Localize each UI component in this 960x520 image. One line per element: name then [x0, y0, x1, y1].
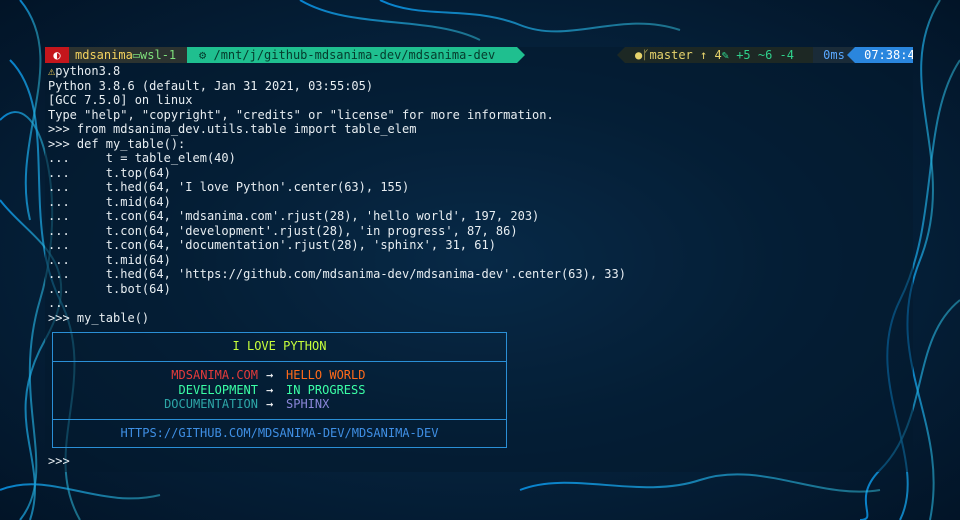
input-line: ... t.hed(64, 'I love Python'.center(63)…: [48, 180, 410, 194]
linux-icon: ⚙: [199, 48, 207, 62]
prompt-user: mdsanima: [75, 48, 133, 62]
input-line: ... t.con(64, 'mdsanima.com'.rjust(28), …: [48, 209, 540, 223]
input-line: ... t.mid(64): [48, 252, 171, 267]
input-line: ... t.top(64): [48, 165, 171, 180]
output-table: I LOVE PYTHON MDSANIMA.COM → HELLO WORLD…: [52, 332, 507, 448]
arrow-icon: →: [266, 382, 274, 397]
input-line: >>> my_table(): [48, 310, 150, 325]
input-line: ... t.con(64, 'development'.rjust(28), '…: [48, 223, 518, 238]
input-line: ... t.mid(64): [48, 194, 171, 209]
input-line: ... t.bot(64): [48, 281, 171, 296]
output-line: Type "help", "copyright", "credits" or "…: [48, 107, 554, 122]
debian-icon: ◐: [53, 48, 61, 62]
table-row-right: HELLO WORLD: [286, 368, 366, 382]
table-divider: [53, 419, 506, 420]
input-line: ... t.hed(64, 'https://github.com/mdsani…: [48, 267, 626, 281]
table-row-left: DEVELOPMENT: [178, 382, 258, 397]
git-ahead: ↑ 4: [700, 48, 722, 62]
git-branch: master: [649, 48, 693, 62]
venv-name: python3.8: [55, 64, 121, 78]
table-header: I LOVE PYTHON: [232, 339, 327, 353]
path-segment: ⚙ /mnt/j/github-mdsanima-dev/mdsanima-de…: [187, 47, 525, 63]
arrow-icon: →: [266, 368, 274, 382]
git-segment: ●ᚴmaster ↑ 4✎ +5 ~6 -4: [617, 47, 813, 63]
table-divider: [53, 361, 506, 362]
os-segment: ◐: [45, 47, 69, 63]
prompt-path: /mnt/j/github-mdsanima-dev/mdsanima-dev: [213, 48, 496, 62]
user-segment: mdsanima▭wsl-1: [69, 47, 187, 63]
input-line: ... t = table_elem(40): [48, 151, 236, 165]
table-row-right: IN PROGRESS: [286, 382, 366, 397]
git-status: +5 ~6 -4: [736, 48, 794, 62]
table-footer-link: HTTPS://GITHUB.COM/MDSANIMA-DEV/MDSANIMA…: [120, 426, 439, 440]
time-segment: 07:38:49: [847, 47, 913, 63]
input-line: ... t.con(64, 'documentation'.rjust(28),…: [48, 238, 496, 252]
prompt-time: 07:38:49: [864, 48, 913, 62]
input-line: >>> from mdsanima_dev.utils.table import…: [48, 122, 417, 136]
arrow-icon: →: [266, 397, 274, 411]
input-line: >>> def my_table():: [48, 136, 186, 151]
terminal-icon: ▭: [132, 48, 141, 62]
output-line: Python 3.8.6 (default, Jan 31 2021, 03:5…: [48, 78, 374, 93]
prompt-host: wsl-1: [140, 48, 177, 62]
edit-icon: ✎: [721, 48, 729, 62]
output-line: [GCC 7.5.0] on linux: [48, 93, 193, 107]
table-row-left: MDSANIMA.COM: [171, 368, 258, 382]
final-prompt[interactable]: >>>: [48, 454, 70, 469]
prompt-bar: ◐ mdsanima▭wsl-1 ⚙ /mnt/j/github-mdsanim…: [45, 47, 913, 63]
input-line: ...: [48, 296, 70, 310]
command-duration: 0ms: [823, 48, 845, 62]
table-row-right: SPHINX: [286, 397, 330, 411]
table-row-left: DOCUMENTATION: [164, 397, 258, 411]
venv-line: ⚠python3.8: [48, 64, 120, 79]
